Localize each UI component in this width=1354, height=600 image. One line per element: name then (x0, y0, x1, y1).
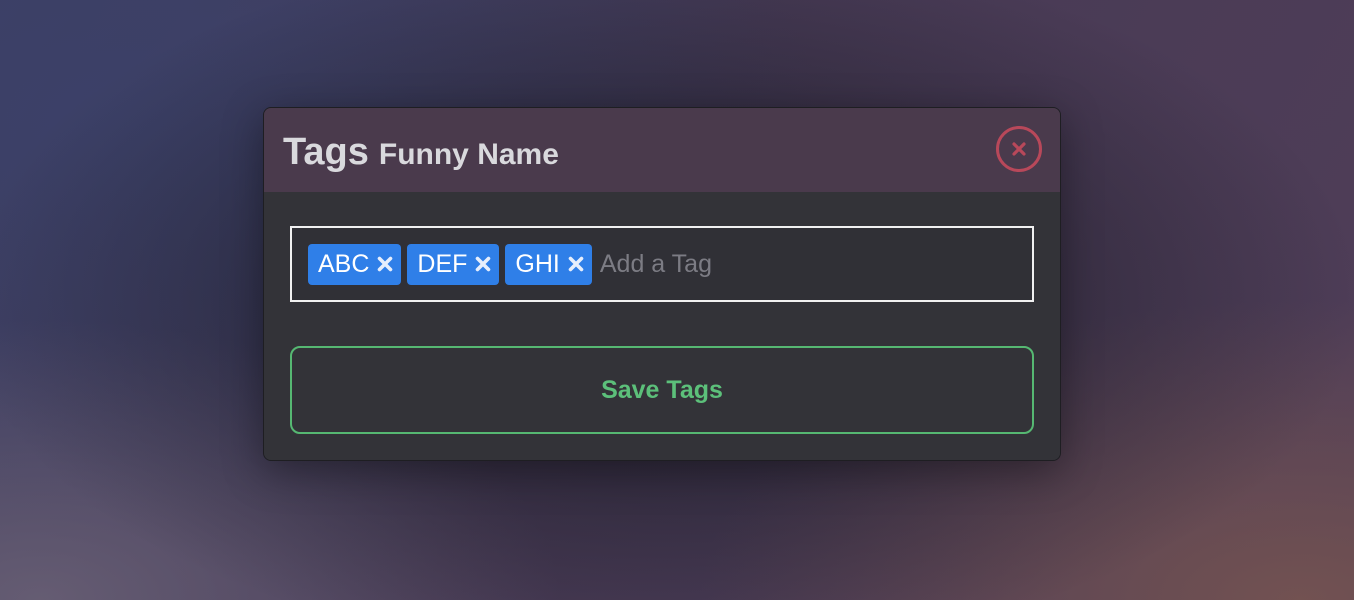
tag-remove-button[interactable] (473, 254, 493, 274)
x-icon (568, 256, 584, 272)
close-button[interactable] (996, 126, 1042, 172)
tag-label: DEF (417, 249, 468, 278)
modal-header: Tags Funny Name (264, 108, 1060, 192)
tag-label: GHI (515, 249, 560, 278)
tags-modal: Tags Funny Name ABC DEF GHI Add a Tag Sa… (263, 107, 1061, 461)
x-icon (378, 256, 393, 272)
modal-subtitle: Funny Name (378, 138, 559, 171)
tag-remove-button[interactable] (375, 254, 395, 274)
tag-input-box[interactable]: ABC DEF GHI (290, 226, 1034, 302)
save-tags-button[interactable]: Save Tags (290, 346, 1034, 434)
close-icon (1012, 142, 1026, 156)
tag-chip: ABC (308, 243, 402, 285)
tag-label: ABC (318, 249, 370, 278)
tag-chip: DEF (407, 243, 500, 285)
add-tag-input[interactable] (597, 244, 1022, 284)
modal-body: ABC DEF GHI Add a Tag Save Tags (264, 192, 1060, 460)
x-icon (476, 256, 491, 272)
modal-title-main: Tags (283, 131, 369, 173)
tag-remove-button[interactable] (566, 254, 586, 274)
modal-title: Tags Funny Name (283, 130, 559, 177)
tag-chip: GHI (505, 243, 592, 285)
